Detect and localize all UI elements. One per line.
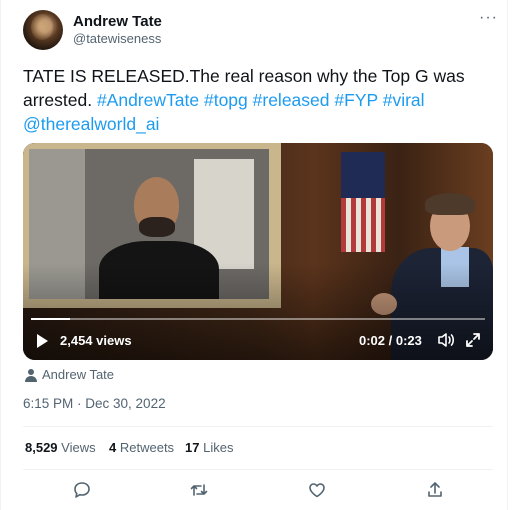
mention-link[interactable]: @therealworld_ai [23, 114, 159, 134]
retweets-stat[interactable]: 4 Retweets [109, 440, 174, 455]
hashtag-link[interactable]: #viral [383, 90, 425, 110]
video-time: 0:02 / 0:23 [359, 333, 422, 348]
author-name[interactable]: Andrew Tate [73, 13, 162, 30]
volume-icon[interactable] [437, 332, 455, 348]
views-stat[interactable]: 8,529 Views [25, 440, 96, 455]
retweets-count: 4 [109, 440, 117, 455]
likes-count: 17 [185, 440, 200, 455]
video-frame-flag [341, 152, 385, 252]
hashtag-link[interactable]: #AndrewTate [97, 90, 199, 110]
views-label: Views [61, 440, 96, 455]
avatar[interactable] [23, 10, 63, 50]
retweet-icon[interactable] [189, 480, 209, 500]
person-icon [25, 369, 37, 382]
hashtag-link[interactable]: #topg [204, 90, 248, 110]
likes-stat[interactable]: 17 Likes [185, 440, 233, 455]
video-player[interactable]: 2,454 views 0:02 / 0:23 [23, 143, 493, 360]
hashtag-link[interactable]: #FYP [334, 90, 377, 110]
video-progress-fill [31, 318, 71, 320]
more-icon[interactable]: ··· [479, 10, 498, 26]
video-progress-bar[interactable] [31, 318, 485, 320]
divider [23, 426, 493, 427]
play-icon[interactable] [37, 334, 48, 348]
share-icon[interactable] [425, 480, 445, 500]
reply-icon[interactable] [72, 480, 92, 500]
views-count: 8,529 [25, 440, 58, 455]
tweet-text: TATE IS RELEASED.The real reason why the… [23, 64, 493, 136]
tweet-card: Andrew Tate @tatewiseness ··· TATE IS RE… [0, 0, 508, 510]
divider [23, 469, 493, 470]
video-view-count: 2,454 views [60, 333, 132, 348]
author-handle[interactable]: @tatewiseness [73, 31, 161, 46]
video-controls: 2,454 views 0:02 / 0:23 [23, 330, 493, 354]
likes-label: Likes [203, 440, 234, 455]
video-attribution-label: Andrew Tate [42, 367, 115, 382]
hashtag-link[interactable]: #released [253, 90, 330, 110]
expand-icon[interactable] [465, 332, 481, 348]
like-icon[interactable] [307, 480, 327, 500]
retweets-label: Retweets [119, 440, 175, 455]
tweet-timestamp[interactable]: 6:15 PM · Dec 30, 2022 [23, 396, 166, 411]
tweet-actions [1, 480, 515, 502]
